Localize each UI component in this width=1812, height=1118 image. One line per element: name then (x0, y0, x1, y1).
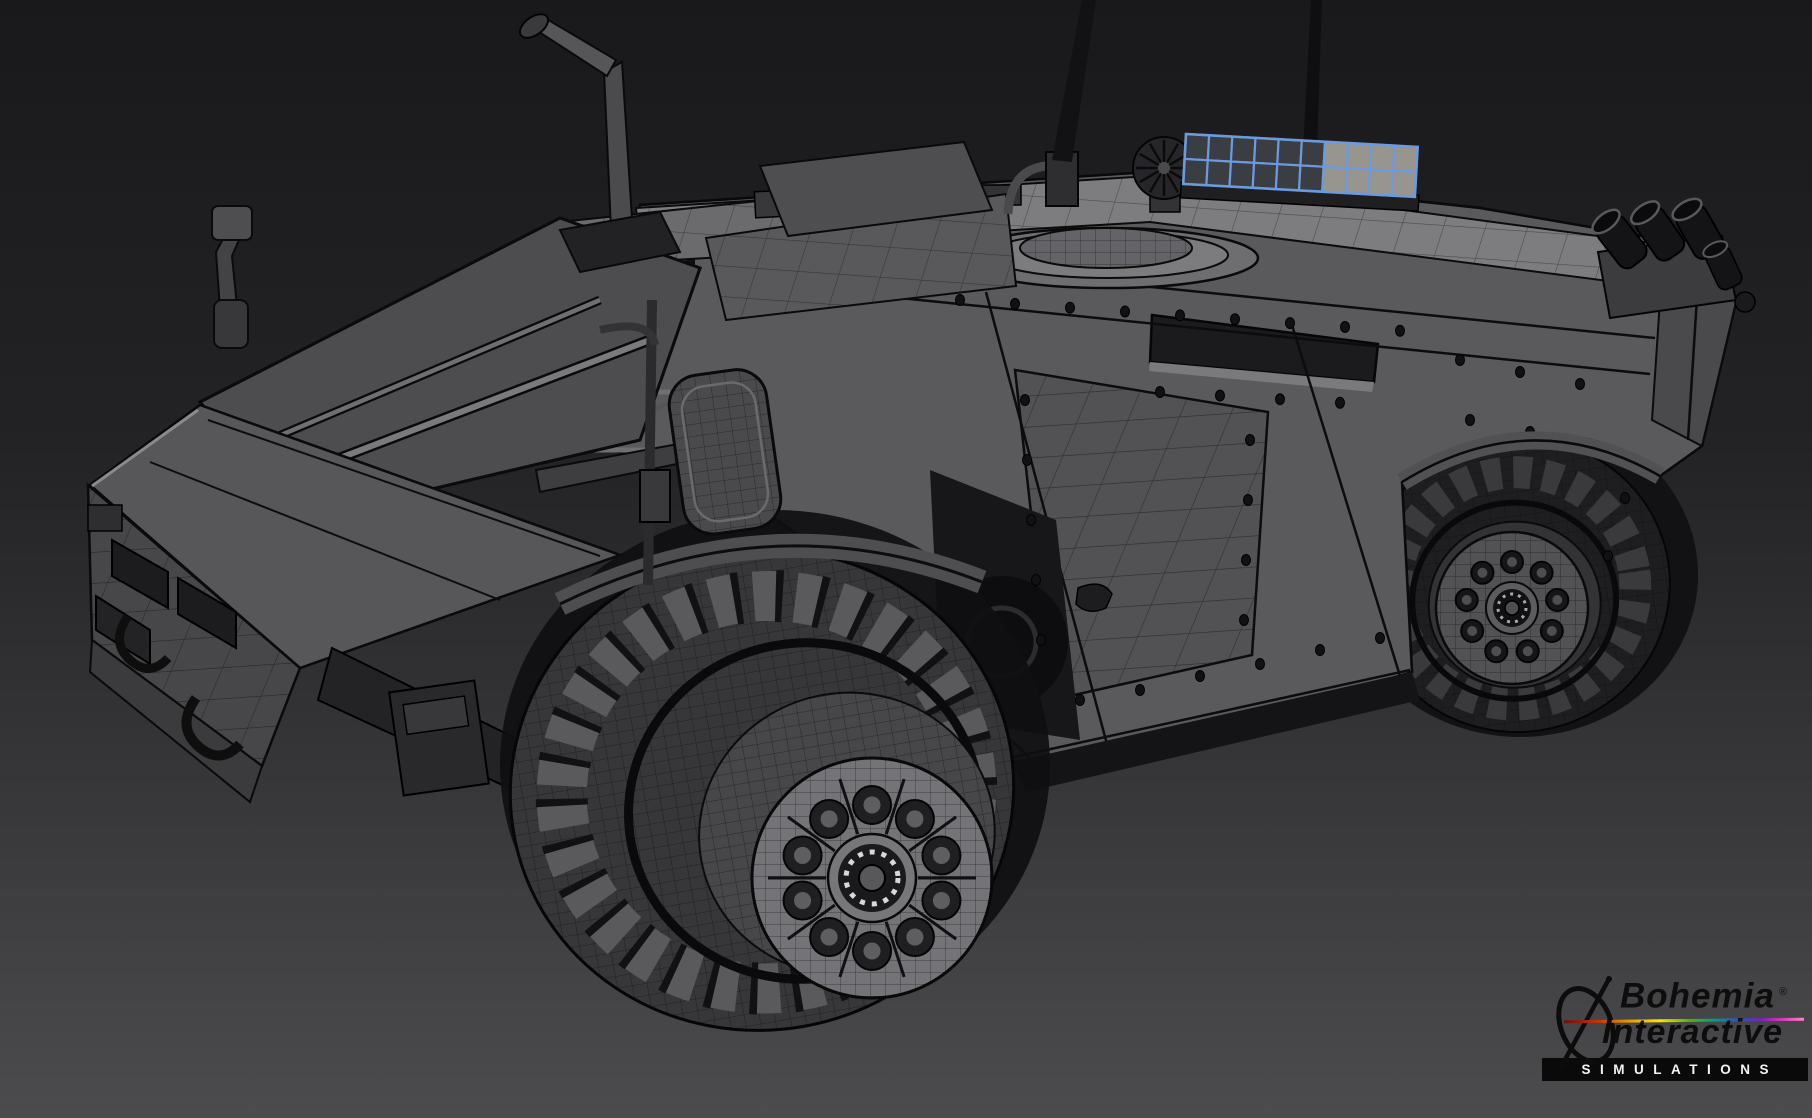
vehicle-wireframe-render (86, 0, 1756, 1032)
logo-brand-line1: Bohemia ® (1620, 976, 1788, 1016)
logo-registered-mark: ® (1778, 986, 1788, 998)
periscope-mast (211, 205, 253, 349)
bohemia-logo: Bohemia ® Interactive SIMULATIONS (1542, 972, 1812, 1094)
viewport-3d-render: Bohemia ® Interactive SIMULATIONS (0, 0, 1812, 1118)
smoke-grenade-launchers (1591, 197, 1756, 320)
antenna-right (1303, 0, 1322, 150)
front-wheel (500, 510, 1050, 1032)
selected-panel (1179, 132, 1420, 212)
logo-brand-line2: Interactive (1602, 1012, 1784, 1051)
